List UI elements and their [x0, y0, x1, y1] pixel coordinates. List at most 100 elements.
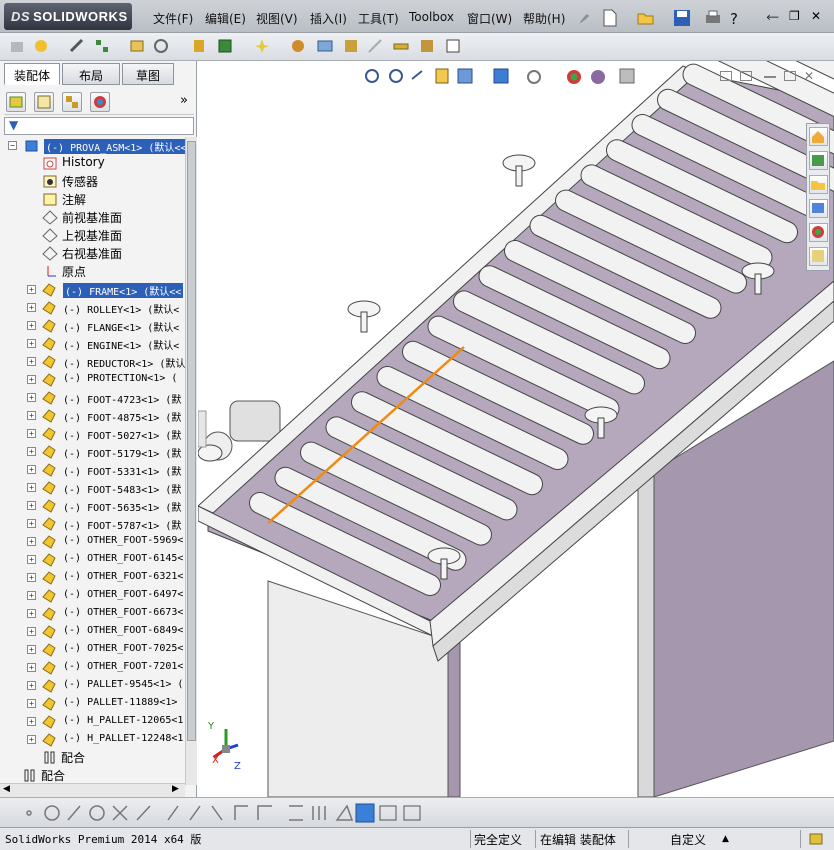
menu-toolbox[interactable]: Toolbox: [409, 10, 454, 24]
property-manager-icon[interactable]: [34, 92, 54, 112]
expand-icon[interactable]: +: [27, 375, 36, 384]
tree-component[interactable]: + (-) H_PALLET-12065<1: [0, 713, 185, 730]
smart-fasteners-icon[interactable]: [190, 37, 208, 55]
rotate-component-icon[interactable]: [152, 37, 170, 55]
tree-component[interactable]: + (-) PALLET-9545<1> (: [0, 677, 185, 694]
insert-component-icon[interactable]: [32, 37, 50, 55]
expand-icon[interactable]: +: [27, 717, 36, 726]
expand-icon[interactable]: +: [27, 501, 36, 510]
tree-component[interactable]: + (-) OTHER_FOOT-6321<: [0, 569, 185, 586]
expand-icon[interactable]: +: [27, 339, 36, 348]
large-assembly-icon[interactable]: [444, 37, 462, 55]
tree-item[interactable]: 上视基准面: [0, 227, 185, 244]
viewport-minimize-icon[interactable]: [764, 76, 776, 78]
tab-layout[interactable]: 布局: [62, 63, 120, 85]
expand-icon[interactable]: +: [27, 555, 36, 564]
tree-component[interactable]: + (-) OTHER_FOOT-6497<: [0, 587, 185, 604]
tree-horizontal-scrollbar[interactable]: ◀ ▶: [0, 783, 185, 797]
tree-item[interactable]: 注解: [0, 191, 185, 208]
expand-icon[interactable]: +: [27, 411, 36, 420]
tree-component[interactable]: + (-) FRAME<1> (默认<<: [0, 281, 185, 298]
tree-component[interactable]: + (-) REDUCTOR<1> (默认: [0, 353, 185, 370]
menu-insert[interactable]: 插入(I): [310, 10, 347, 27]
clearance-icon[interactable]: [316, 37, 334, 55]
interference-icon[interactable]: [289, 37, 307, 55]
funnel-icon[interactable]: ▼: [9, 118, 18, 132]
pin-icon[interactable]: [574, 8, 594, 28]
tree-component[interactable]: + (-) FOOT-5179<1> (默: [0, 443, 185, 460]
expand-icon[interactable]: +: [27, 321, 36, 330]
solidworks-resources-icon[interactable]: [809, 127, 828, 146]
viewport-restore-icon[interactable]: [784, 71, 796, 81]
expand-icon[interactable]: +: [27, 645, 36, 654]
tree-component[interactable]: + (-) PALLET-11889<1>: [0, 695, 185, 712]
tree-root[interactable]: − (-) PROVA_ASM<1> (默认<<: [0, 137, 185, 154]
display-manager-icon[interactable]: [90, 92, 110, 112]
expand-icon[interactable]: +: [27, 285, 36, 294]
mate-icon[interactable]: [68, 37, 86, 55]
tree-component[interactable]: + (-) ENGINE<1> (默认<: [0, 335, 185, 352]
tree-component[interactable]: + (-) FOOT-5483<1> (默: [0, 479, 185, 496]
tree-item[interactable]: History: [0, 155, 185, 172]
move-component-icon[interactable]: [128, 37, 146, 55]
exploded-view-icon[interactable]: [253, 37, 271, 55]
expand-icon[interactable]: +: [27, 591, 36, 600]
file-explorer-icon[interactable]: [809, 175, 828, 194]
tree-mates-outer[interactable]: 配合: [0, 767, 185, 784]
expand-icon[interactable]: +: [27, 681, 36, 690]
expand-icon[interactable]: +: [27, 735, 36, 744]
hole-alignment-icon[interactable]: [342, 37, 360, 55]
tree-component[interactable]: + (-) FOOT-4875<1> (默: [0, 407, 185, 424]
scroll-right-icon[interactable]: ▶: [172, 784, 179, 794]
tree-mates-inner[interactable]: 配合: [0, 749, 185, 766]
expand-icon[interactable]: +: [27, 483, 36, 492]
scroll-thumb[interactable]: [187, 141, 196, 741]
tree-component[interactable]: + (-) OTHER_FOOT-6849<: [0, 623, 185, 640]
rebuild-icon[interactable]: [808, 831, 824, 847]
expand-icon[interactable]: +: [27, 699, 36, 708]
expand-icon[interactable]: +: [27, 609, 36, 618]
tab-sketch[interactable]: 草图: [122, 63, 174, 85]
expand-icon[interactable]: +: [27, 465, 36, 474]
menu-file[interactable]: 文件(F): [153, 10, 193, 27]
restore-button[interactable]: ❐: [789, 9, 803, 23]
new-motion-study-icon[interactable]: [216, 37, 234, 55]
solidworks-logo[interactable]: DS SOLIDWORKS: [4, 3, 132, 30]
expand-icon[interactable]: +: [27, 357, 36, 366]
configuration-manager-icon[interactable]: [62, 92, 82, 112]
tree-component[interactable]: + (-) FOOT-5787<1> (默: [0, 515, 185, 532]
tree-vertical-scrollbar[interactable]: [185, 137, 197, 785]
menu-edit[interactable]: 编辑(E): [205, 10, 246, 27]
appearances-icon[interactable]: [809, 223, 828, 242]
split-horizontal-icon[interactable]: [720, 71, 732, 81]
tree-item[interactable]: 传感器: [0, 173, 185, 190]
collapse-icon[interactable]: −: [8, 141, 17, 150]
minimize-button[interactable]: —: [768, 9, 782, 23]
assembly-visualization-icon[interactable]: [366, 37, 384, 55]
help-icon[interactable]: ?: [730, 10, 738, 28]
expand-icon[interactable]: +: [27, 573, 36, 582]
tree-component[interactable]: + (-) FOOT-4723<1> (默: [0, 389, 185, 406]
units-dropdown[interactable]: 自定义: [670, 831, 706, 848]
units-arrow-icon[interactable]: ▲: [722, 834, 729, 844]
expand-icon[interactable]: +: [27, 627, 36, 636]
instant3d-icon[interactable]: [418, 37, 436, 55]
tree-component[interactable]: + (-) OTHER_FOOT-7201<: [0, 659, 185, 676]
design-library-icon[interactable]: [809, 151, 828, 170]
expand-icon[interactable]: +: [27, 393, 36, 402]
custom-properties-icon[interactable]: [809, 247, 828, 266]
menu-tools[interactable]: 工具(T): [358, 10, 399, 27]
tree-component[interactable]: + (-) FOOT-5635<1> (默: [0, 497, 185, 514]
assembly-component-icon[interactable]: [8, 37, 26, 55]
tree-component[interactable]: + (-) OTHER_FOOT-7025<: [0, 641, 185, 658]
expand-panel-icon[interactable]: »: [180, 93, 188, 108]
tree-item[interactable]: 右视基准面: [0, 245, 185, 262]
expand-icon[interactable]: +: [27, 663, 36, 672]
tab-assembly[interactable]: 装配体: [4, 63, 60, 85]
menu-help[interactable]: 帮助(H): [523, 10, 565, 27]
scroll-left-icon[interactable]: ◀: [3, 784, 10, 794]
filter-row[interactable]: ▼: [4, 117, 194, 135]
open-folder-icon[interactable]: [636, 8, 656, 28]
close-button[interactable]: ✕: [811, 9, 825, 23]
tree-component[interactable]: + (-) OTHER_FOOT-5969<: [0, 533, 185, 550]
